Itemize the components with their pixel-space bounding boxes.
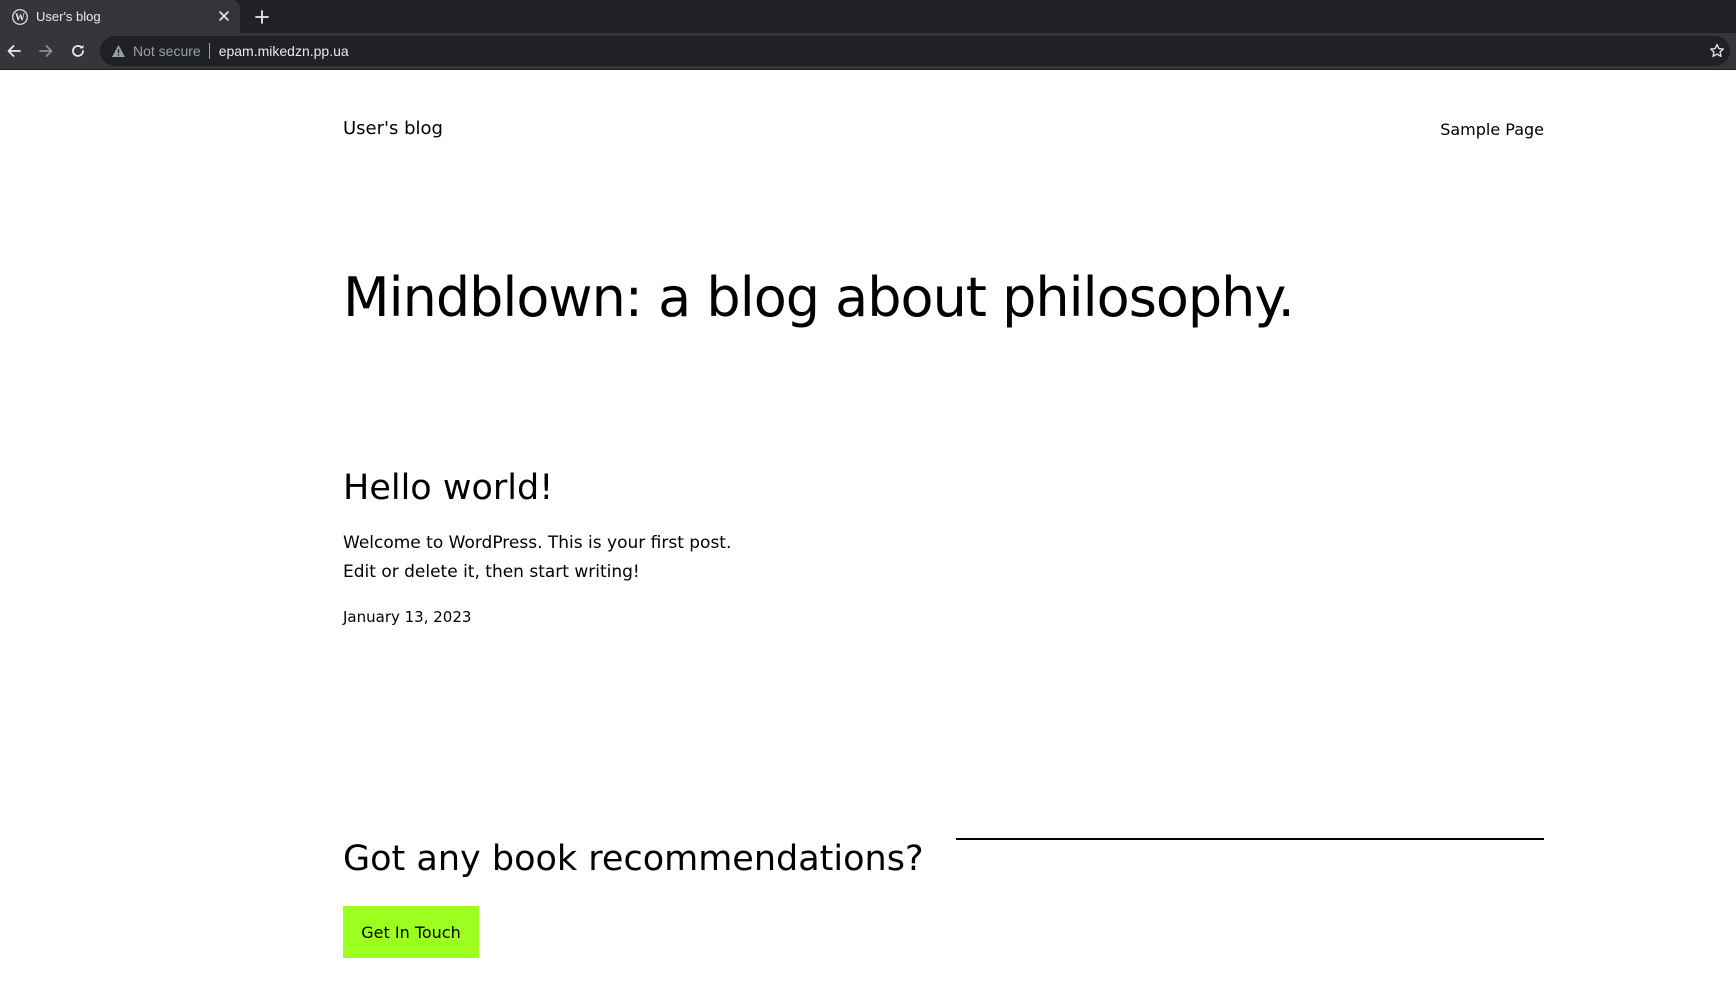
address-bar[interactable]: Not secure epam.mikedzn.pp.ua <box>100 36 1730 66</box>
hero-title: Mindblown: a blog about philosophy. <box>343 266 1295 329</box>
browser-toolbar: Not secure epam.mikedzn.pp.ua <box>0 33 1736 70</box>
page-content: User's blog Sample Page Mindblown: a blo… <box>0 71 1736 996</box>
warning-icon[interactable] <box>110 43 126 59</box>
site-title-link[interactable]: User's blog <box>343 118 443 139</box>
post-excerpt: Welcome to WordPress. This is your first… <box>343 529 763 587</box>
post-title-link[interactable]: Hello world! <box>343 467 553 509</box>
nav-link-sample-page[interactable]: Sample Page <box>1440 120 1544 139</box>
omnibox-divider <box>208 43 210 59</box>
post-excerpt-line: Welcome to WordPress. This is your first… <box>343 533 732 553</box>
svg-text:W: W <box>15 12 25 23</box>
post-date: January 13, 2023 <box>343 608 472 626</box>
security-status-label[interactable]: Not secure <box>133 43 201 59</box>
forward-arrow-icon[interactable] <box>36 41 56 61</box>
browser-tab[interactable]: W User's blog <box>0 0 240 33</box>
browser-tabstrip: W User's blog <box>0 0 1736 33</box>
separator-line <box>956 838 1544 840</box>
reload-icon[interactable] <box>68 41 88 61</box>
close-icon[interactable] <box>216 8 232 24</box>
post-excerpt-line: Edit or delete it, then start writing! <box>343 562 640 582</box>
wordpress-icon: W <box>12 8 28 25</box>
url-text[interactable]: epam.mikedzn.pp.ua <box>219 43 349 59</box>
get-in-touch-button[interactable]: Get In Touch <box>343 906 479 958</box>
back-arrow-icon[interactable] <box>4 41 24 61</box>
new-tab-icon[interactable] <box>252 7 272 27</box>
cta-heading: Got any book recommendations? <box>343 839 924 879</box>
tab-title: User's blog <box>36 9 101 24</box>
star-icon[interactable] <box>1708 42 1726 60</box>
